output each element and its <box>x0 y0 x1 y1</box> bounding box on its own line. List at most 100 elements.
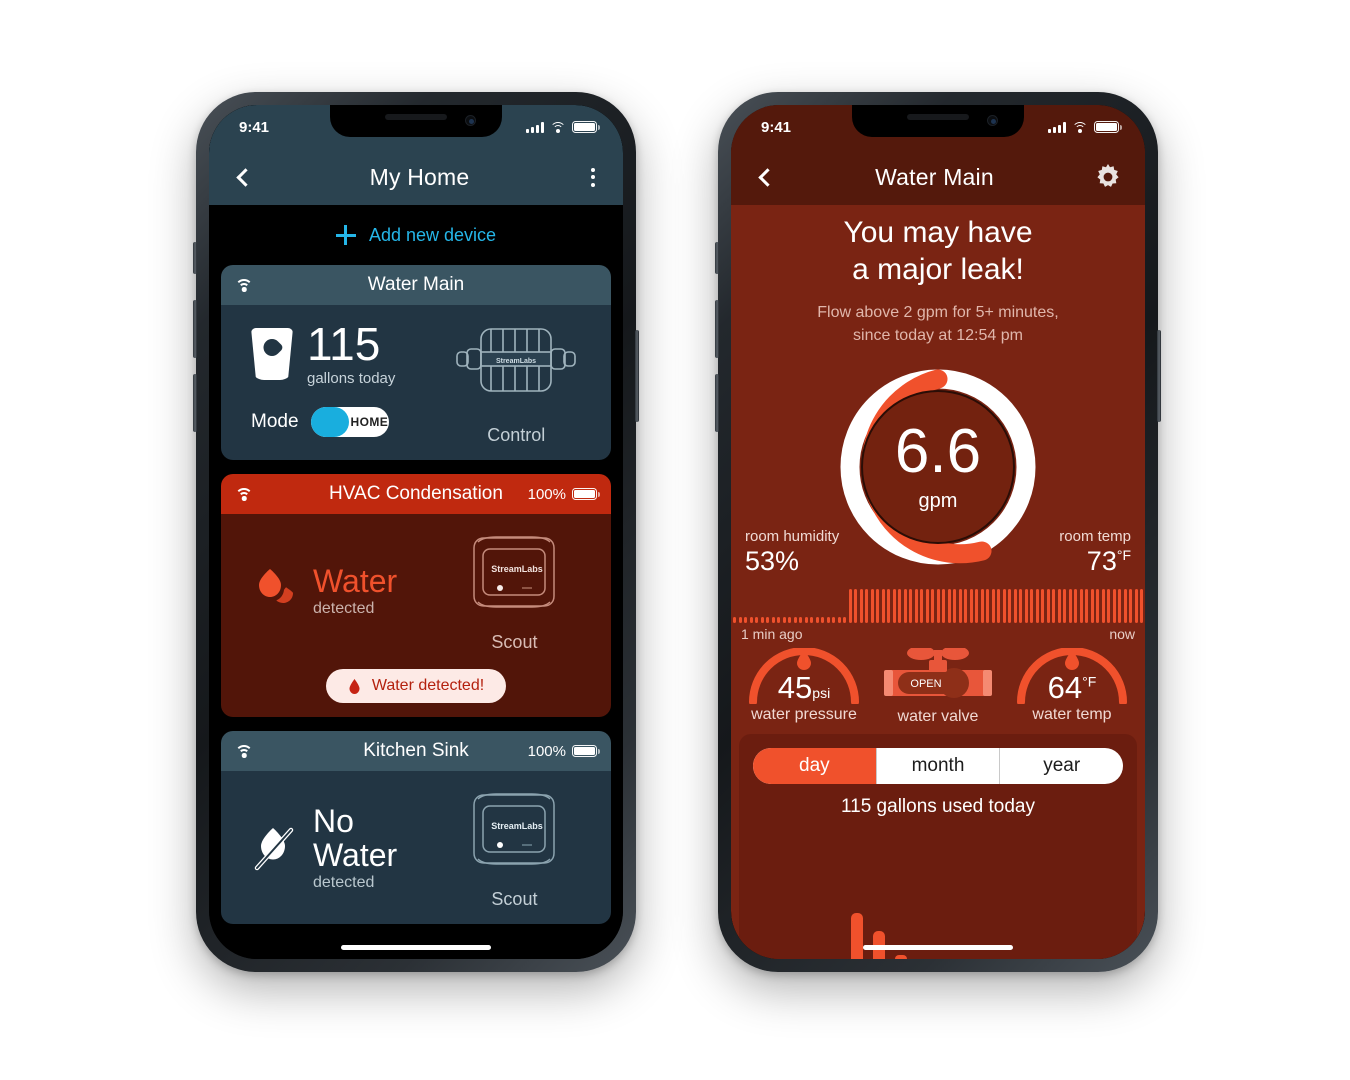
flow-bar <box>958 588 962 623</box>
volume-down-button[interactable] <box>193 374 197 432</box>
scout-device-icon: StreamLabs <box>473 793 556 865</box>
wifi-icon <box>235 744 253 758</box>
device-card-water-main[interactable]: Water Main 115 gallons today Mode HOME S… <box>221 265 611 460</box>
wifi-icon <box>1072 121 1088 133</box>
flow-bar <box>1101 588 1105 623</box>
cellular-bars-icon <box>1048 122 1066 133</box>
card-body: Water detected StreamLabs Scout Water de… <box>221 514 611 717</box>
kebab-menu-icon[interactable] <box>587 164 599 191</box>
power-button[interactable] <box>635 330 639 422</box>
device-card-hvac-condensation[interactable]: HVAC Condensation 100% Water detected St… <box>221 474 611 717</box>
flow-bar <box>1123 588 1127 623</box>
toggle-knob <box>310 407 349 437</box>
segment-year[interactable]: year <box>1000 748 1123 784</box>
mode-label: Mode <box>251 411 299 432</box>
flow-bar <box>1013 588 1017 623</box>
room-humidity-label: room humidity <box>745 527 840 545</box>
power-button[interactable] <box>1157 330 1161 422</box>
flow-bar <box>975 588 979 623</box>
card-header: Water Main <box>221 265 611 305</box>
flow-bar <box>903 588 907 623</box>
flow-bar <box>925 588 929 623</box>
device-brand: StreamLabs <box>492 821 544 831</box>
status-sub: detected <box>313 600 375 618</box>
volume-down-button[interactable] <box>715 374 719 432</box>
home-indicator[interactable] <box>863 945 1013 950</box>
flow-bar <box>887 588 891 623</box>
chevron-left-icon[interactable] <box>758 167 777 187</box>
flow-bar <box>848 588 852 623</box>
silence-switch[interactable] <box>715 242 719 274</box>
page-title: Water Main <box>875 163 994 190</box>
phone-screen-bezel-left: 9:41 My Home Add new device Water Main 1… <box>209 105 623 959</box>
usage-period-segmented-control[interactable]: day month year <box>753 747 1123 784</box>
room-temp-unit: °F <box>1116 546 1131 563</box>
volume-up-button[interactable] <box>193 300 197 358</box>
temperature-gauge-icon: 64°F <box>1013 647 1131 706</box>
flow-bar <box>892 588 896 623</box>
flow-bar <box>914 588 918 623</box>
segment-day[interactable]: day <box>753 747 877 784</box>
earpiece-speaker <box>907 114 969 120</box>
device-label: Scout <box>491 889 538 909</box>
alert-heading-line-2: a major leak! <box>852 252 1024 286</box>
scout-device-icon: StreamLabs <box>473 536 556 608</box>
flow-bar <box>1008 588 1012 623</box>
add-new-device-label: Add new device <box>368 224 497 245</box>
battery-percent: 100% <box>527 742 566 760</box>
status-time: 9:41 <box>239 118 270 136</box>
water-valve-label: water valve <box>897 707 979 725</box>
app-screen-water-main-detail: 9:41 Water Main You may have a major lea… <box>731 105 1145 959</box>
home-indicator[interactable] <box>341 945 491 950</box>
water-drop-icon <box>259 568 293 603</box>
flow-bar <box>1019 588 1023 623</box>
metric-water-pressure[interactable]: 45psi water pressure <box>737 647 871 726</box>
chevron-left-icon[interactable] <box>236 167 255 187</box>
metric-water-temp[interactable]: 64°F water temp <box>1005 647 1139 726</box>
flow-bar <box>909 588 913 623</box>
flow-bar <box>1118 588 1122 623</box>
card-header: HVAC Condensation 100% <box>221 474 611 514</box>
page-title: My Home <box>369 163 470 190</box>
flow-bar <box>953 588 957 623</box>
valve-icon: OPEN <box>884 647 992 698</box>
front-camera <box>465 115 476 126</box>
add-new-device-button[interactable]: Add new device <box>209 205 623 265</box>
metrics-row: 45psi water pressure OPEN water valve 64… <box>731 642 1145 726</box>
scout-tile[interactable]: StreamLabs Scout <box>434 530 595 653</box>
gear-icon[interactable] <box>1095 164 1121 190</box>
flow-bar <box>859 588 863 623</box>
silence-switch[interactable] <box>193 242 197 274</box>
flow-bar <box>964 588 968 623</box>
device-card-kitchen-sink[interactable]: Kitchen Sink 100% No Water detected Stre… <box>221 731 611 924</box>
flow-bar <box>1140 588 1144 623</box>
water-detected-alert[interactable]: Water detected! <box>325 669 507 703</box>
flow-bar <box>942 588 946 623</box>
flow-bar <box>1090 588 1094 623</box>
flow-bar <box>1107 588 1111 623</box>
flow-bar <box>936 588 940 623</box>
status-time: 9:41 <box>761 118 792 136</box>
water-valve-value: OPEN <box>910 678 941 690</box>
flow-bar <box>854 588 858 623</box>
control-tile[interactable]: StreamLabs Control <box>437 321 595 446</box>
room-temp-stat: room temp 73°F <box>1059 528 1131 577</box>
phone-device-left: 9:41 My Home Add new device Water Main 1… <box>193 92 639 972</box>
flow-unit: gpm <box>918 489 958 512</box>
screenshot-canvas: 9:41 My Home Add new device Water Main 1… <box>0 0 1350 1080</box>
room-temp-value: 73 <box>1086 545 1117 576</box>
mode-row: Mode HOME <box>251 407 437 437</box>
segment-month[interactable]: month <box>877 747 1001 784</box>
nav-bar: Water Main <box>731 149 1145 205</box>
water-temp-unit: °F <box>1082 673 1097 690</box>
card-body: 115 gallons today Mode HOME StreamLabs C… <box>221 305 611 460</box>
water-meter-icon: StreamLabs <box>456 328 577 392</box>
flow-bar <box>991 588 995 623</box>
room-temp-label: room temp <box>1059 527 1131 545</box>
card-title: Water Main <box>367 274 465 295</box>
scout-tile[interactable]: StreamLabs Scout <box>434 787 595 910</box>
flow-bar <box>881 588 885 623</box>
volume-up-button[interactable] <box>715 300 719 358</box>
metric-water-valve[interactable]: OPEN water valve <box>871 647 1005 726</box>
mode-toggle[interactable]: HOME <box>310 407 389 437</box>
